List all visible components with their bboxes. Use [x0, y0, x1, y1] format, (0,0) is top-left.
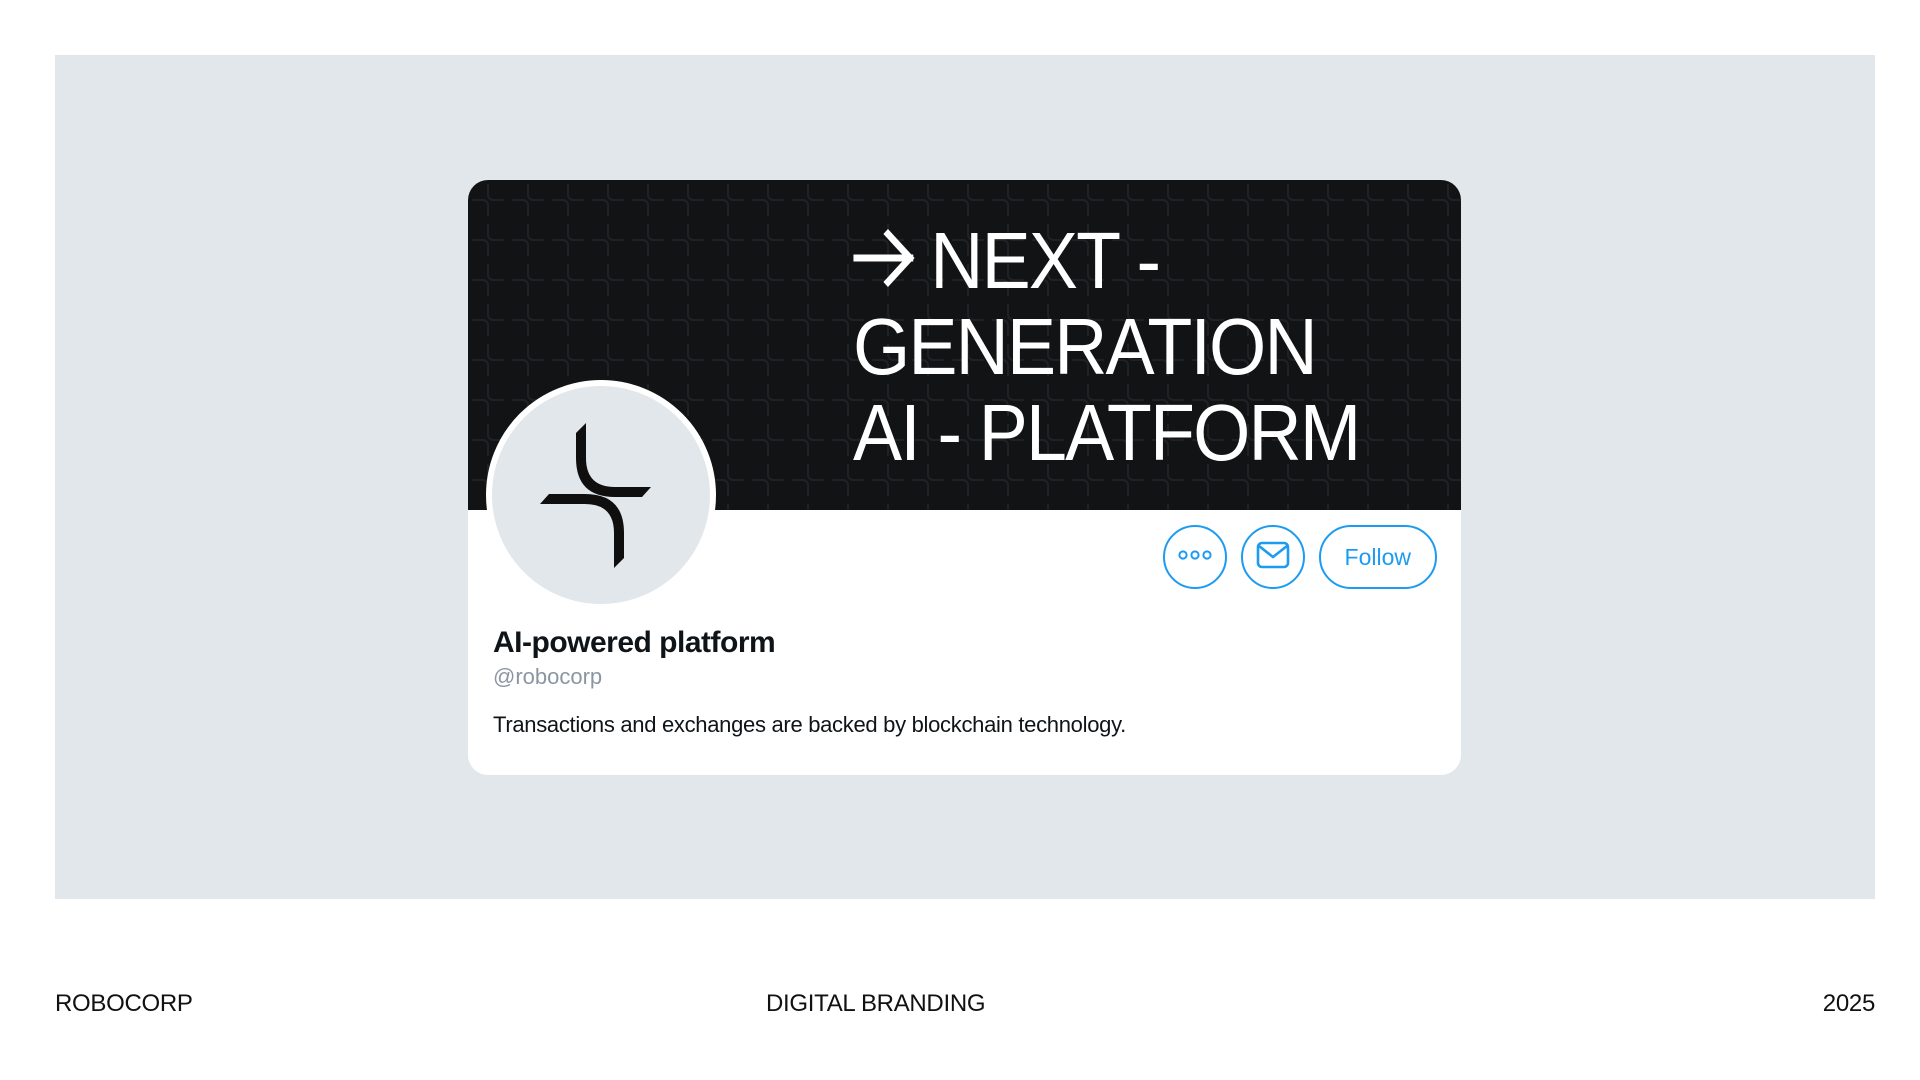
headline-line-1: NEXT -	[853, 218, 1359, 304]
presentation-stage: NEXT - GENERATION AI - PLATFORM Follow A…	[55, 55, 1875, 899]
footer-brand: ROBOCORP	[55, 990, 193, 1017]
message-button[interactable]	[1240, 525, 1305, 589]
avatar[interactable]	[486, 380, 716, 610]
more-options-icon	[1177, 548, 1213, 566]
envelope-icon	[1256, 541, 1290, 574]
headline-line-3: AI - PLATFORM	[853, 388, 1361, 477]
headline-line-2: GENERATION	[853, 302, 1318, 391]
footer-year: 2025	[1822, 990, 1876, 1017]
profile-card: NEXT - GENERATION AI - PLATFORM Follow A…	[468, 180, 1461, 775]
profile-bio: Transactions and exchanges are backed by…	[493, 712, 1126, 737]
robocorp-logo-icon	[540, 423, 651, 568]
arrow-right-icon	[853, 218, 917, 304]
more-options-button[interactable]	[1162, 525, 1227, 589]
footer-title: DIGITAL BRANDING	[766, 990, 986, 1017]
headline-text-1: NEXT -	[930, 216, 1161, 305]
banner-headline: NEXT - GENERATION AI - PLATFORM	[853, 218, 1361, 477]
profile-name: AI-powered platform	[493, 626, 776, 659]
profile-actions: Follow	[1162, 525, 1437, 589]
profile-handle[interactable]: @robocorp	[493, 664, 602, 690]
follow-button[interactable]: Follow	[1318, 525, 1437, 589]
